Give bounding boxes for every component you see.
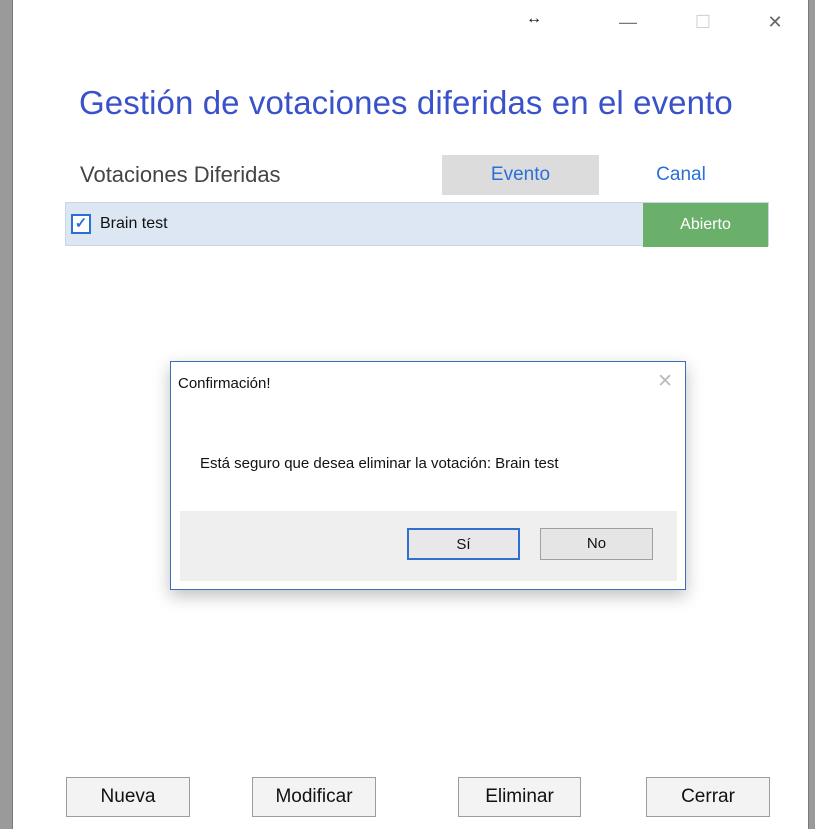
tab-evento[interactable]: Evento (442, 155, 599, 195)
yes-button[interactable]: Sí (407, 528, 520, 560)
maximize-button[interactable]: ☐ (688, 10, 718, 34)
minimize-button[interactable]: — (613, 10, 643, 34)
dialog-close-icon[interactable]: ✕ (657, 370, 673, 393)
modify-button[interactable]: Modificar (252, 777, 376, 817)
no-button[interactable]: No (540, 528, 653, 560)
page-title: Gestión de votaciones diferidas en el ev… (79, 84, 733, 121)
list-item[interactable]: ✓ Brain test Abierto (65, 202, 769, 247)
new-button[interactable]: Nueva (66, 777, 190, 817)
tab-canal[interactable]: Canal (641, 155, 721, 195)
resize-arrows-icon: ↔ (526, 10, 542, 27)
close-button[interactable]: Cerrar (646, 777, 770, 817)
confirmation-dialog: Confirmación! ✕ Está seguro que desea el… (170, 361, 686, 590)
dialog-message: Está seguro que desea eliminar la votaci… (200, 455, 559, 472)
row-checkbox[interactable]: ✓ (71, 214, 91, 234)
status-badge: Abierto (643, 203, 768, 247)
window-close-button[interactable]: ✕ (760, 10, 790, 34)
row-name: Brain test (100, 215, 168, 232)
dialog-title: Confirmación! (178, 375, 271, 392)
section-label: Votaciones Diferidas (80, 162, 281, 187)
delete-button[interactable]: Eliminar (458, 777, 581, 817)
